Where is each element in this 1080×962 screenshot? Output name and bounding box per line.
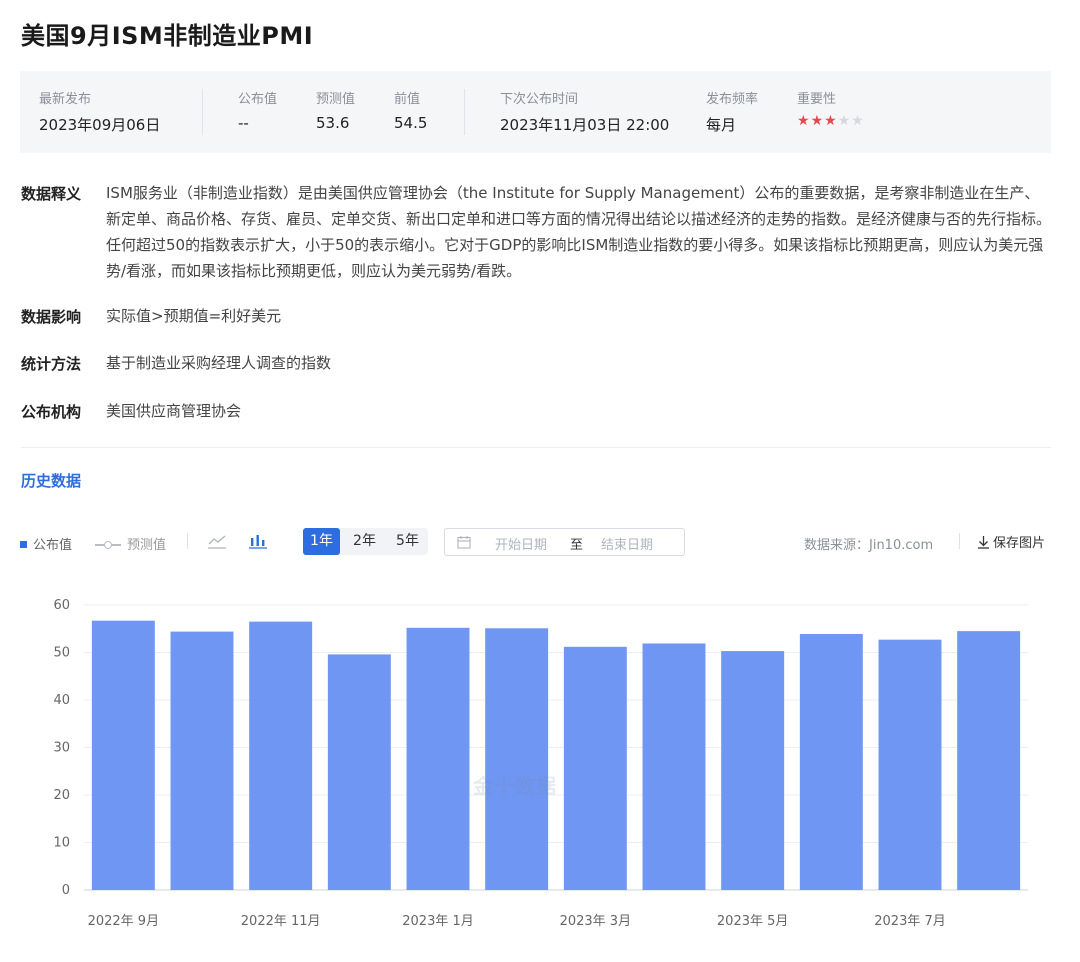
line-chart-icon[interactable] (207, 532, 227, 550)
bar (642, 643, 706, 890)
y-tick-label: 30 (53, 741, 70, 756)
save-image-label: 保存图片 (993, 536, 1046, 551)
bar-chart-icon[interactable] (248, 532, 268, 550)
legend-line-marker-icon (95, 540, 121, 550)
previous-value: 54.5 (394, 114, 428, 132)
agency-text: 美国供应商管理协会 (106, 402, 242, 420)
impact-label: 数据影响 (21, 308, 82, 326)
actual-label: 公布值 (238, 92, 278, 107)
star-filled-icon: ★ (810, 113, 825, 129)
section-divider (21, 447, 1051, 448)
frequency-label: 发布频率 (706, 92, 759, 107)
x-tick-label: 2022年 11月 (241, 914, 321, 929)
bar (799, 633, 863, 890)
y-tick-label: 40 (53, 693, 70, 708)
bar (878, 639, 942, 890)
next-release-value: 2023年11月03日 22:00 (500, 116, 670, 134)
latest-release-value: 2023年09月06日 (39, 116, 161, 134)
definition-label: 数据释义 (21, 185, 82, 203)
bar (170, 631, 234, 890)
watermark-logo: 金十数据 (473, 774, 557, 798)
x-tick-label: 2023年 7月 (874, 914, 946, 929)
y-tick-label: 0 (62, 883, 70, 898)
bar (563, 646, 627, 890)
y-tick-label: 10 (53, 836, 70, 851)
bar (957, 631, 1021, 890)
frequency-value: 每月 (706, 116, 737, 134)
legend-square-icon (20, 541, 27, 548)
star-empty-icon: ★ (851, 113, 865, 129)
toolbar-divider (959, 533, 960, 549)
x-tick-label: 2023年 3月 (560, 914, 632, 929)
x-tick-label: 2023年 1月 (402, 914, 474, 929)
y-tick-label: 60 (53, 598, 70, 613)
range-5y-button[interactable]: 5年 (389, 528, 426, 555)
y-tick-label: 50 (53, 646, 70, 661)
star-filled-icon: ★ (797, 113, 811, 129)
legend-forecast-label: 预测值 (127, 538, 167, 553)
forecast-label: 预测值 (316, 92, 356, 107)
chart-toolbar: 公布值 预测值 1年 2年 5年 开始日期 至 结束日期 数据来源：Jin10.… (20, 528, 1051, 556)
definition-text: ISM服务业（非制造业指数）是由美国供应管理协会（the Institute f… (106, 184, 1052, 280)
range-1y-button[interactable]: 1年 (303, 528, 340, 555)
legend-actual-label: 公布值 (33, 538, 73, 553)
star-empty-icon: ★ (837, 113, 852, 129)
page-title: 美国9月ISM非制造业PMI (21, 22, 314, 50)
range-2y-button[interactable]: 2年 (346, 528, 383, 555)
latest-release-label: 最新发布 (39, 92, 92, 107)
method-label: 统计方法 (21, 355, 82, 373)
calendar-icon (457, 535, 471, 553)
x-tick-label: 2023年 5月 (717, 914, 789, 929)
next-release-label: 下次公布时间 (500, 92, 579, 107)
bar (485, 628, 549, 890)
history-section-title: 历史数据 (21, 472, 82, 490)
end-date-input[interactable]: 结束日期 (601, 534, 653, 553)
star-filled-icon: ★ (824, 113, 838, 129)
info-divider (202, 89, 203, 135)
bar (327, 654, 391, 890)
history-bar-chart: 0 10 20 30 40 50 60 2022年 9月 2022年 11月 2023年 1月 20… (53, 598, 1028, 929)
date-range-picker[interactable]: 开始日期 至 结束日期 (444, 528, 685, 556)
previous-label: 前值 (394, 92, 421, 107)
legend-forecast[interactable]: 预测值 (95, 534, 166, 553)
toolbar-divider (187, 533, 188, 549)
actual-value: -- (238, 114, 249, 132)
forecast-value: 53.6 (316, 114, 350, 132)
info-divider (464, 89, 465, 135)
legend-actual[interactable]: 公布值 (20, 534, 72, 553)
date-range-separator: 至 (570, 538, 584, 553)
download-icon (978, 536, 989, 549)
x-tick-label: 2022年 9月 (88, 914, 160, 929)
bar (249, 621, 313, 890)
agency-label: 公布机构 (21, 403, 82, 421)
bar (406, 627, 470, 890)
y-tick-label: 20 (53, 788, 70, 803)
range-selector: 1年 2年 5年 (303, 528, 428, 555)
importance-stars: ★★★★★ (797, 113, 865, 129)
bar (721, 651, 785, 890)
importance-label: 重要性 (797, 92, 837, 107)
method-text: 基于制造业采购经理人调查的指数 (106, 354, 332, 372)
info-panel: 最新发布 2023年09月06日 公布值 -- 预测值 53.6 前值 54.5… (20, 71, 1051, 153)
start-date-input[interactable]: 开始日期 (495, 534, 547, 553)
save-image-button[interactable]: 保存图片 (977, 532, 1045, 551)
impact-text: 实际值>预期值=利好美元 (106, 307, 282, 325)
bar (91, 620, 155, 890)
data-source: 数据来源：Jin10.com (804, 538, 934, 553)
